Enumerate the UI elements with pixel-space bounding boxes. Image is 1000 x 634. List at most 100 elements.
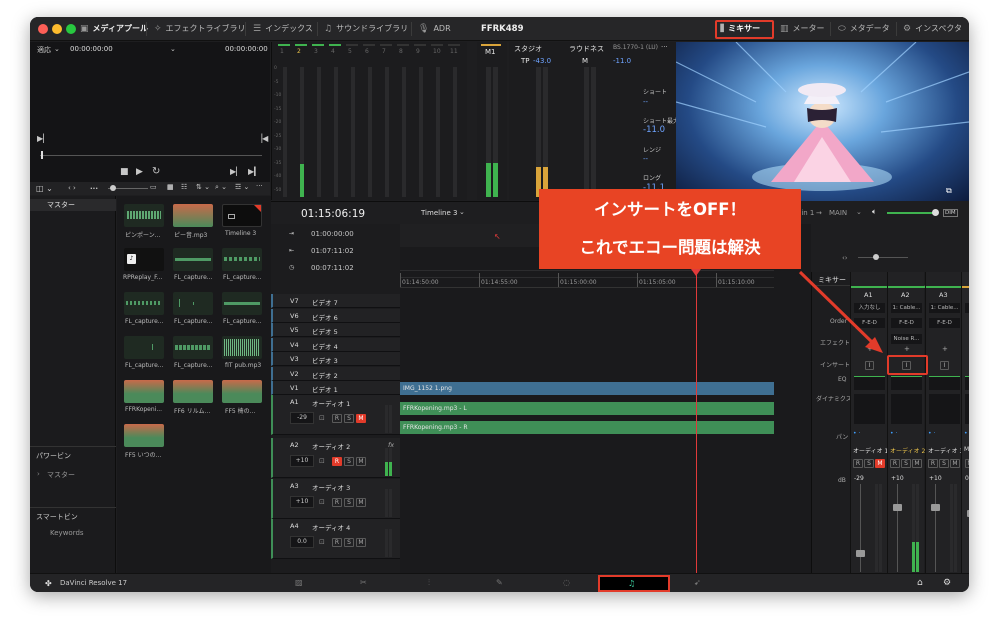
track-volume[interactable]: +10 [290,496,314,508]
dynamics-thumbnail[interactable] [891,394,922,424]
zoom-slider[interactable] [858,257,908,258]
timeline-thumbnail[interactable] [222,204,262,227]
loudness-standard[interactable]: BS.1770-1 (LU) [613,44,658,51]
fader-knob[interactable] [856,550,865,557]
search-icon[interactable]: ⌕ ⌄ [215,183,227,192]
close-window-button[interactable] [38,24,48,34]
routing-destination[interactable]: MAIN [829,209,847,217]
adr-tab[interactable]: 🎙 ADR [418,17,451,41]
video-track-header[interactable]: V7 ビデオ 7 [271,294,400,308]
more-options-icon[interactable]: ··· [661,43,668,51]
timeline-name-dropdown[interactable]: Timeline 3 [421,209,457,217]
fader-track[interactable] [860,484,861,572]
mute-button[interactable]: M [912,459,922,468]
fusion-page-icon[interactable]: ✎ [496,578,503,587]
sort-icon[interactable]: ⇅ ⌄ [196,183,210,191]
track-volume[interactable]: 0.0 [290,536,314,548]
audio-clip-left[interactable]: FFRKopening.mp3 - L [400,402,774,415]
clip-thumbnail[interactable] [124,424,164,447]
lock-icon[interactable]: ⊡ [319,414,325,422]
clip-thumbnail[interactable] [173,380,213,403]
thumbnail-view-icon[interactable]: ▦ [167,183,174,191]
record-button[interactable]: R [332,498,342,507]
list-view-icon[interactable]: ☷ [181,183,187,191]
add-effect-icon[interactable]: + [942,345,948,353]
zoom-knob[interactable] [873,254,879,260]
video-track-header[interactable]: V4 ビデオ 4 [271,337,400,352]
audio-track-header[interactable]: A3 オーディオ 3 +10 ⊡ R S M [271,479,400,519]
fairlight-page-tab[interactable]: ♫ [598,575,670,592]
media-pool-tab[interactable]: ▣ メディアプール [80,17,148,41]
smart-bin-keywords[interactable]: Keywords [50,529,84,537]
speaker-icon[interactable]: 🔈︎ [872,207,877,217]
input-selector[interactable] [965,303,969,313]
mute-button[interactable]: M [356,414,366,423]
meters-tab[interactable]: ▥ メーター [780,17,825,41]
clip-thumbnail[interactable] [124,292,164,315]
inspector-tab[interactable]: ⚙ インスペクタ [903,17,962,41]
mute-button[interactable]: M [965,459,969,468]
minimize-window-button[interactable] [52,24,62,34]
order-selector[interactable]: F-E-D [929,318,960,328]
dim-button[interactable]: DIM [943,209,958,217]
mute-button[interactable]: M [875,459,885,468]
solo-button[interactable]: S [901,459,911,468]
eq-thumbnail[interactable] [854,376,885,390]
fader-track[interactable] [935,484,936,572]
filter-icon[interactable]: ☲ ⌄ [235,183,249,191]
pan-indicator[interactable]: • · [928,430,935,437]
input-selector[interactable]: 1: Cable... [891,303,922,313]
settings-gear-icon[interactable]: ⚙ [943,578,951,588]
audio-track-header[interactable]: A4 オーディオ 4 0.0 ⊡ R S M [271,519,400,559]
record-button[interactable]: R [332,538,342,547]
breadcrumb[interactable]: ... [90,183,98,191]
video-track-header[interactable]: V2 ビデオ 2 [271,366,400,381]
eq-thumbnail[interactable] [965,376,969,390]
lock-icon[interactable]: ⊡ [319,457,325,465]
more-options-icon[interactable]: ··· [256,182,263,190]
nav-back-forward-icon[interactable]: ‹ › [68,184,76,192]
deliver-page-icon[interactable]: ➹ [694,578,701,587]
solo-button[interactable]: S [344,457,354,466]
record-button[interactable]: R [332,414,342,423]
order-selector[interactable]: F-E-D [891,318,922,328]
clip-thumbnail[interactable] [222,336,262,359]
lock-icon[interactable]: ⊡ [319,538,325,546]
chevron-down-icon[interactable]: ⌄ [459,208,465,216]
chevron-right-icon[interactable]: › [37,470,40,478]
audio-track-header[interactable]: A2 オーディオ 2 fx +10 ⊡ R S M [271,438,400,478]
playhead-handle[interactable] [691,269,701,276]
metadata-tab[interactable]: ⬭ メタデータ [838,17,890,41]
pan-indicator[interactable]: • · [964,430,969,437]
playhead[interactable] [696,271,697,573]
add-effect-icon[interactable]: + [904,345,910,353]
clip-thumbnail[interactable] [173,336,213,359]
audio-clip-right[interactable]: FFRKopening.mp3 - R [400,421,774,434]
effects-library-tab[interactable]: ✧ エフェクトライブラリ [154,17,246,41]
audio-track-header[interactable]: A1 オーディオ 1 -29 ⊡ R S M [271,395,400,435]
mute-button[interactable]: M [356,457,366,466]
record-button[interactable]: R [853,459,863,468]
effect-slot[interactable]: Noise R... [891,334,922,344]
cut-page-icon[interactable]: ✂ [360,578,367,587]
track-volume[interactable]: +10 [290,455,314,467]
solo-button[interactable]: S [344,498,354,507]
viewer-options-icon[interactable]: ⧉ [946,186,952,196]
fader-track[interactable] [897,484,898,572]
next-clip-icon[interactable]: ▶▏ [230,167,242,176]
record-button[interactable]: R [928,459,938,468]
edit-page-icon[interactable]: ⫶ [428,578,430,588]
mute-button[interactable]: M [950,459,960,468]
dynamics-thumbnail[interactable] [929,394,960,424]
chevron-down-icon[interactable]: ⌄ [856,208,862,216]
video-track-header[interactable]: V6 ビデオ 6 [271,308,400,323]
video-track-header[interactable]: V1 ビデオ 1 [271,381,400,395]
color-page-icon[interactable]: ◌ [563,578,570,587]
dynamics-thumbnail[interactable] [965,394,969,424]
lock-icon[interactable]: ⊡ [319,498,325,506]
monitor-volume-slider[interactable] [887,212,935,214]
index-tab[interactable]: ☰ インデックス [253,17,313,41]
clip-thumbnail[interactable] [222,292,262,315]
mark-out-icon[interactable]: ▕◀ [256,134,268,143]
solo-button[interactable]: S [344,414,354,423]
